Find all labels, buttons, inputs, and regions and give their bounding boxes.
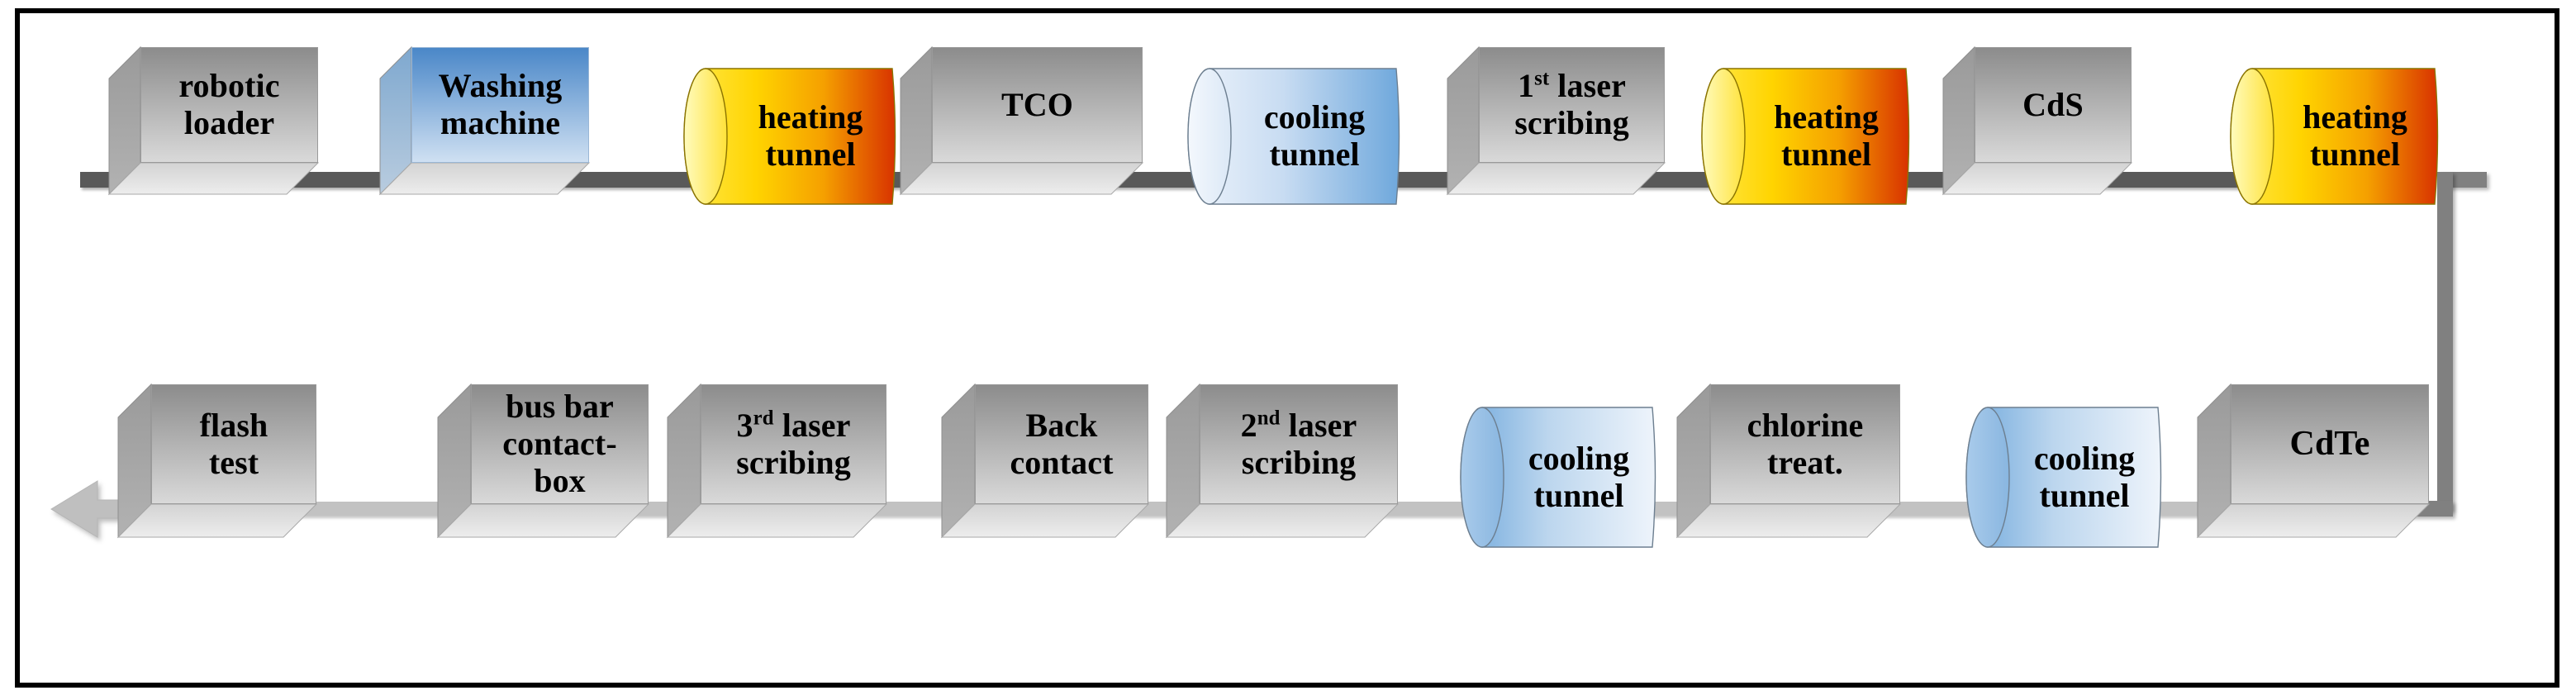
process-node-heating-tunnel-1[interactable]: heating tunnel <box>683 68 899 205</box>
process-node-bus-bar-contactbox[interactable]: bus bar contact-box <box>436 383 650 539</box>
box-front-face: robotic loader <box>140 47 318 163</box>
box-front-face: Back contact <box>975 384 1148 504</box>
process-node-cooling-tunnel-3[interactable]: cooling tunnel <box>1965 407 2165 548</box>
node-label: 1st laser scribing <box>1514 67 1629 141</box>
node-label: CdS <box>2022 85 2084 123</box>
node-label: heating tunnel <box>1774 98 1879 173</box>
node-label: bus bar contact-box <box>502 388 617 499</box>
node-label: Washing machine <box>438 67 563 141</box>
process-node-back-contact[interactable]: Back contact <box>940 383 1150 539</box>
process-node-cdte[interactable]: CdTe <box>2196 383 2431 539</box>
process-node-cooling-tunnel-2[interactable]: cooling tunnel <box>1460 407 1659 548</box>
box-front-face: chlorine treat. <box>1710 384 1900 504</box>
process-node-cds[interactable]: CdS <box>1942 45 2133 196</box>
node-label: cooling tunnel <box>2033 439 2136 514</box>
node-label: robotic loader <box>178 67 280 141</box>
node-label: flash test <box>199 406 269 481</box>
loop-segment-vertical <box>2437 172 2453 511</box>
process-node-heating-tunnel-3[interactable]: heating tunnel <box>2230 68 2441 205</box>
process-node-flash-test[interactable]: flash test <box>116 383 318 539</box>
process-node-laser-scribing-2[interactable]: 2nd laser scribing <box>1165 383 1400 539</box>
node-label: cooling tunnel <box>1263 98 1366 173</box>
process-node-chlorine-treatment[interactable]: chlorine treat. <box>1675 383 1902 539</box>
node-label: CdTe <box>2289 424 2370 463</box>
box-front-face: Washing machine <box>411 47 589 163</box>
box-front-face: TCO <box>932 47 1143 163</box>
box-front-face: 2nd laser scribing <box>1200 384 1398 504</box>
diagram-canvas: robotic loader Washing machine heating t… <box>0 0 2576 700</box>
node-label: 3rd laser scribing <box>736 406 851 481</box>
node-label: heating tunnel <box>2303 98 2407 173</box>
box-front-face: 3rd laser scribing <box>701 384 886 504</box>
process-node-washing-machine[interactable]: Washing machine <box>378 45 591 196</box>
process-node-cooling-tunnel-1[interactable]: cooling tunnel <box>1187 68 1403 205</box>
node-label: TCO <box>1001 85 1073 123</box>
node-label: Back contact <box>1010 406 1114 481</box>
box-front-face: flash test <box>151 384 316 504</box>
box-front-face: CdS <box>1975 47 2132 163</box>
process-node-tco[interactable]: TCO <box>899 45 1144 196</box>
process-node-laser-scribing-1[interactable]: 1st laser scribing <box>1446 45 1666 196</box>
node-label: heating tunnel <box>758 98 863 173</box>
node-label: chlorine treat. <box>1747 406 1864 481</box>
node-label: cooling tunnel <box>1528 439 1630 514</box>
process-node-laser-scribing-3[interactable]: 3rd laser scribing <box>666 383 888 539</box>
box-front-face: 1st laser scribing <box>1479 47 1665 163</box>
process-node-robotic-loader[interactable]: robotic loader <box>107 45 320 196</box>
process-node-heating-tunnel-2[interactable]: heating tunnel <box>1701 68 1913 205</box>
box-front-face: bus bar contact-box <box>471 384 649 504</box>
node-label: 2nd laser scribing <box>1240 406 1357 481</box>
box-front-face: CdTe <box>2231 384 2429 504</box>
